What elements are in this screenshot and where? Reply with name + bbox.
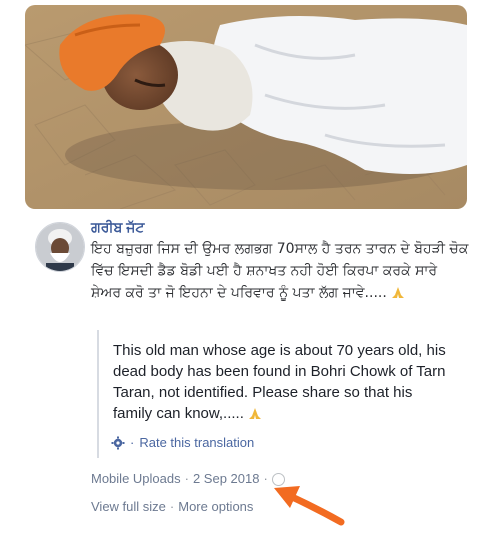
separator-dot: ·: [130, 435, 135, 450]
rate-translation-link[interactable]: · Rate this translation: [111, 435, 254, 450]
mobile-uploads-link[interactable]: Mobile Uploads: [91, 471, 181, 486]
post-meta: Mobile Uploads · 2 Sep 2018 ·: [91, 471, 285, 486]
folded-hands-icon: [249, 408, 262, 419]
translation-body: This old man whose age is about 70 years…: [113, 342, 446, 422]
separator-dot: ·: [169, 499, 175, 514]
gear-icon: [111, 436, 125, 449]
post-date-link[interactable]: 2 Sep 2018: [193, 471, 260, 486]
author-name[interactable]: ਗਰੀਬ ਜੱਟ: [91, 219, 144, 236]
post-photo[interactable]: [25, 5, 467, 209]
more-options-link[interactable]: More options: [178, 499, 253, 514]
folded-hands-icon: [392, 287, 405, 298]
original-text: ਇਹ ਬਜ਼ੁਰਗ ਜਿਸ ਦੀ ਉਮਰ ਲਗਭਗ 70ਸਾਲ ਹੈ ਤਰਨ ਤ…: [91, 241, 469, 301]
translation-text: This old man whose age is about 70 years…: [113, 340, 453, 424]
author-avatar[interactable]: [35, 222, 85, 272]
post-original-text: ਇਹ ਬਜ਼ੁਰਗ ਜਿਸ ਦੀ ਉਮਰ ਲਗਭਗ 70ਸਾਲ ਹੈ ਤਰਨ ਤ…: [91, 238, 471, 304]
separator-dot: ·: [184, 471, 189, 486]
rate-translation-label[interactable]: Rate this translation: [139, 435, 254, 450]
arrow-icon: [274, 486, 345, 526]
post-photo-image: [25, 5, 467, 209]
avatar-image: [36, 223, 84, 271]
photo-options: View full size · More options: [91, 499, 253, 514]
translation-box: This old man whose age is about 70 years…: [97, 330, 469, 458]
view-full-size-link[interactable]: View full size: [91, 499, 166, 514]
